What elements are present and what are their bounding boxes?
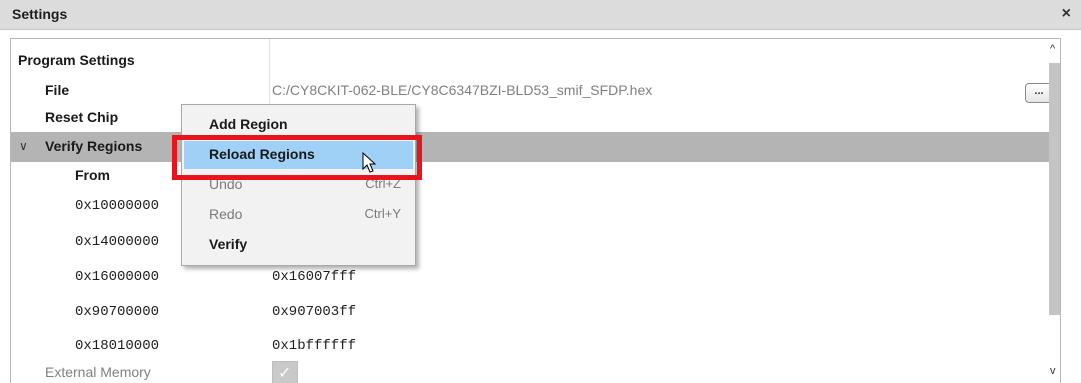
tree-row-program-settings[interactable]: Program Settings	[11, 46, 1060, 76]
region-row[interactable]: 0x16000000 0x16007fff	[11, 263, 1060, 293]
external-memory-checkbox[interactable]: ✓	[272, 361, 298, 383]
region-to-value[interactable]: 0x907003ff	[272, 304, 356, 320]
tree-row-verify-regions[interactable]: ∨ Verify Regions	[11, 132, 1060, 162]
reset-chip-label: Reset Chip	[45, 109, 119, 125]
region-to-value[interactable]: 0x1bffffff	[272, 338, 356, 354]
settings-property-grid: Program Settings File C:/CY8CKIT-062-BLE…	[10, 38, 1061, 383]
tree-row-file[interactable]: File C:/CY8CKIT-062-BLE/CY8C6347BZI-BLD5…	[11, 76, 1060, 106]
menu-item-redo[interactable]: Redo Ctrl+Y	[184, 201, 413, 229]
close-icon[interactable]: ×	[1062, 5, 1071, 23]
window-title: Settings	[12, 6, 68, 22]
vertical-scrollbar-thumb[interactable]	[1049, 63, 1060, 315]
tree-row-reset-chip[interactable]: Reset Chip	[11, 103, 1060, 133]
program-settings-label: Program Settings	[18, 52, 135, 68]
annotation-highlight-box	[172, 135, 422, 180]
region-from-value[interactable]: 0x18010000	[75, 338, 159, 354]
chevron-down-icon[interactable]: ∨	[19, 139, 28, 153]
scroll-up-arrow-icon[interactable]: ^	[1050, 43, 1055, 55]
verify-regions-label: Verify Regions	[45, 138, 143, 154]
region-from-value[interactable]: 0x16000000	[75, 269, 159, 285]
context-menu: Add Region Reload Regions Undo Ctrl+Z Re…	[181, 104, 416, 266]
redo-shortcut: Ctrl+Y	[364, 206, 401, 221]
from-column-header: From	[75, 167, 110, 183]
region-header-row: From	[11, 161, 1060, 191]
checkmark-icon: ✓	[278, 365, 292, 382]
file-label: File	[45, 82, 70, 98]
mouse-pointer-icon	[362, 152, 377, 173]
region-from-value[interactable]: 0x90700000	[75, 304, 159, 320]
region-from-value[interactable]: 0x14000000	[75, 234, 159, 250]
menu-item-verify[interactable]: Verify	[184, 231, 413, 259]
region-to-value[interactable]: 0x16007fff	[272, 269, 356, 285]
scroll-down-arrow-icon[interactable]: v	[1050, 365, 1056, 377]
file-path-value[interactable]: C:/CY8CKIT-062-BLE/CY8C6347BZI-BLD53_smi…	[272, 82, 652, 98]
settings-title-bar: Settings ×	[0, 0, 1081, 30]
region-row[interactable]: 0x10000000	[11, 192, 1060, 222]
external-memory-label: External Memory	[45, 364, 151, 380]
region-row[interactable]: 0x14000000	[11, 228, 1060, 258]
tree-row-external-memory[interactable]: External Memory ✓	[11, 358, 1060, 383]
region-row[interactable]: 0x90700000 0x907003ff	[11, 298, 1060, 328]
region-from-value[interactable]: 0x10000000	[75, 198, 159, 214]
